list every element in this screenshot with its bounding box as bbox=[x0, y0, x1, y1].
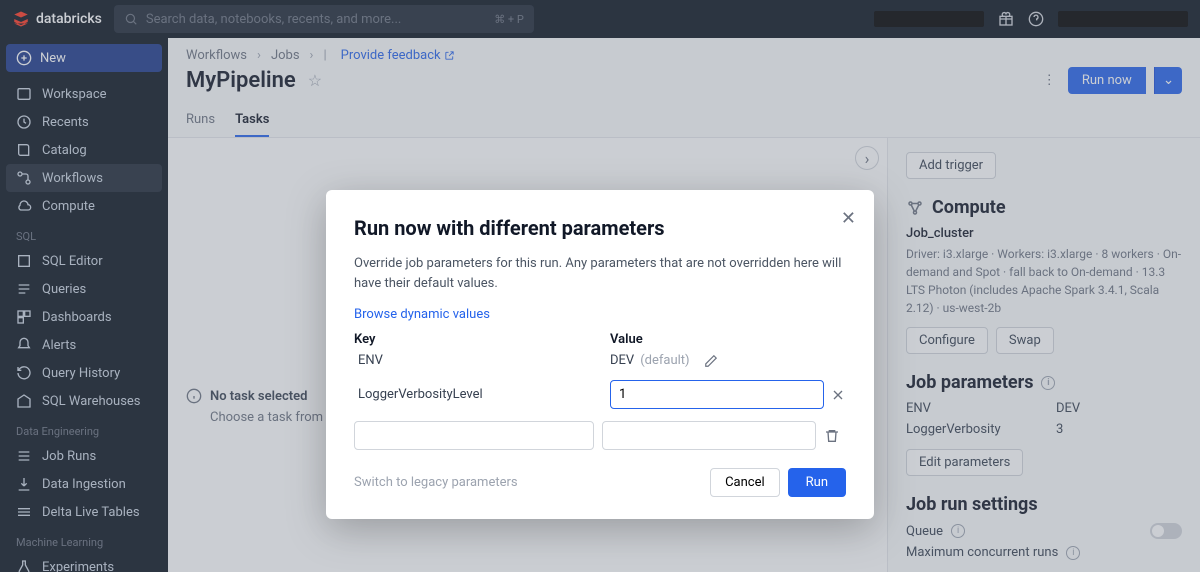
param-key: ENV bbox=[354, 353, 602, 368]
modal-desc: Override job parameters for this run. An… bbox=[354, 254, 846, 293]
param-key: LoggerVerbosityLevel bbox=[354, 387, 602, 402]
cancel-button[interactable]: Cancel bbox=[710, 468, 780, 497]
run-button[interactable]: Run bbox=[788, 468, 846, 497]
param-value-input[interactable] bbox=[610, 380, 824, 409]
close-button[interactable]: ✕ bbox=[841, 208, 856, 229]
clear-icon[interactable] bbox=[830, 387, 846, 403]
param-row-env: ENV DEV (default) bbox=[354, 353, 846, 368]
param-value: DEV bbox=[610, 353, 634, 368]
param-header: KeyValue bbox=[354, 332, 846, 347]
browse-dynamic-link[interactable]: Browse dynamic values bbox=[354, 307, 490, 322]
new-value-input[interactable] bbox=[602, 421, 816, 450]
modal-title: Run now with different parameters bbox=[354, 216, 846, 240]
run-params-modal: ✕ Run now with different parameters Over… bbox=[326, 190, 874, 519]
modal-footer: Switch to legacy parameters Cancel Run bbox=[354, 468, 846, 497]
modal-overlay[interactable]: ✕ Run now with different parameters Over… bbox=[0, 0, 1200, 572]
param-row-new bbox=[354, 421, 846, 450]
pencil-icon[interactable] bbox=[704, 354, 718, 368]
new-key-input[interactable] bbox=[354, 421, 594, 450]
param-row-logger: LoggerVerbosityLevel bbox=[354, 380, 846, 409]
legacy-link[interactable]: Switch to legacy parameters bbox=[354, 475, 518, 490]
trash-icon[interactable] bbox=[824, 428, 840, 444]
